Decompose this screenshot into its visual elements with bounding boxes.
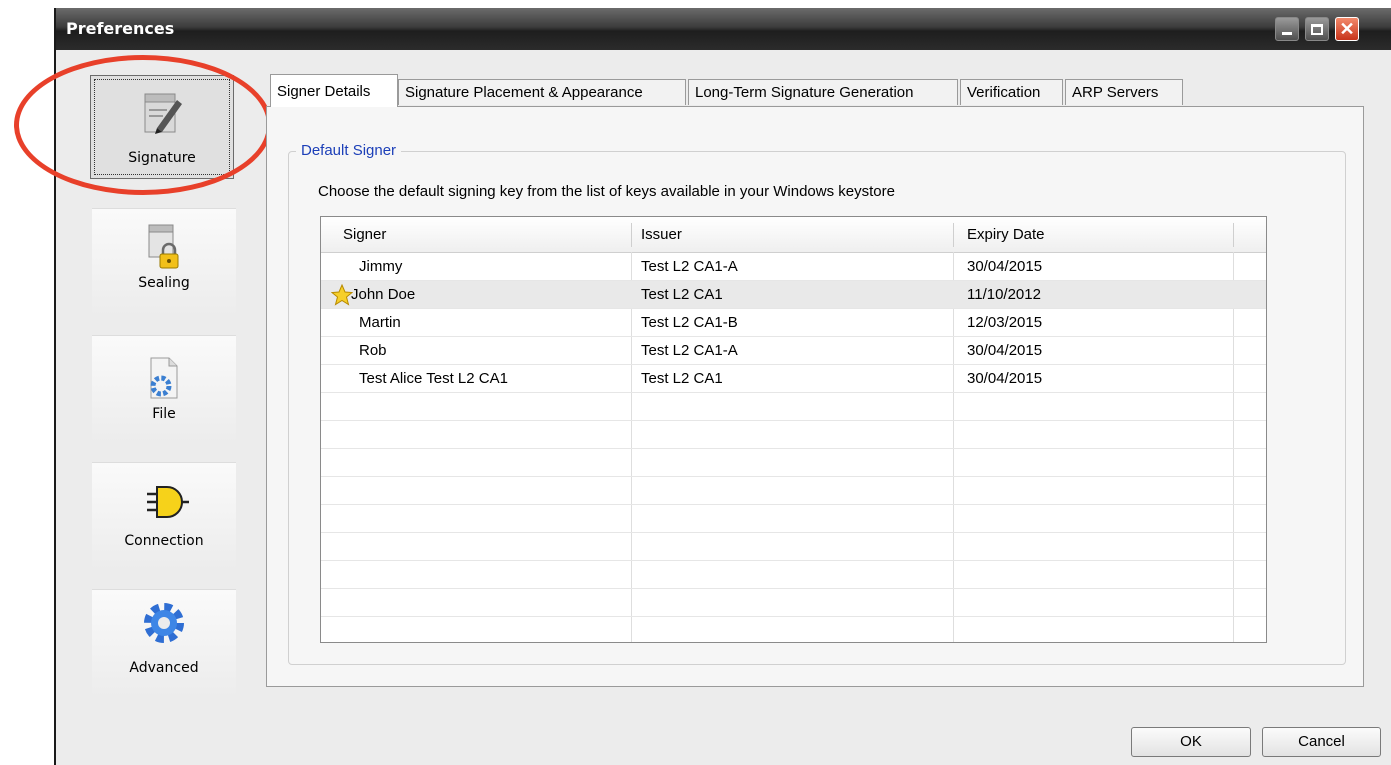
sidebar-item-sealing[interactable]: Sealing [92, 208, 236, 318]
expiry-cell: 30/04/2015 [967, 342, 1043, 359]
signer-cell: Test Alice Test L2 CA1 [359, 370, 508, 387]
empty-row [321, 589, 1266, 617]
empty-row [321, 561, 1266, 589]
column-header-expiry-date[interactable]: Expiry Date [967, 226, 1045, 243]
column-header-signer[interactable]: Signer [343, 226, 386, 243]
close-button[interactable]: ✕ [1335, 17, 1359, 41]
column-divider[interactable] [953, 223, 954, 247]
sidebar-item-label: File [152, 406, 176, 422]
gear-icon [92, 598, 236, 648]
description-text: Choose the default signing key from the … [318, 183, 895, 200]
signer-cell: Martin [359, 314, 401, 331]
tab-label: Signer Details [277, 83, 371, 100]
maximize-icon [1311, 23, 1323, 35]
tab-long-term-signature-generation[interactable]: Long-Term Signature Generation [688, 79, 958, 105]
highlight-circle-annotation [14, 55, 272, 195]
expiry-cell: 11/10/2012 [967, 286, 1041, 303]
tab-verification[interactable]: Verification [960, 79, 1063, 105]
empty-row [321, 393, 1266, 421]
sidebar-item-advanced[interactable]: Advanced [92, 589, 236, 699]
column-divider[interactable] [631, 223, 632, 247]
expiry-cell: 30/04/2015 [967, 258, 1043, 275]
sidebar-item-connection[interactable]: Connection [92, 462, 236, 572]
issuer-cell: Test L2 CA1-A [641, 342, 738, 359]
tab-label: Verification [967, 84, 1041, 101]
signer-cell: Rob [359, 342, 387, 359]
sidebar-item-file[interactable]: File [92, 335, 236, 445]
file-gear-icon [92, 354, 236, 404]
signer-list[interactable]: Signer Issuer Expiry Date Jimmy Test L2 … [320, 216, 1267, 643]
window-title: Preferences [66, 19, 175, 38]
sidebar-item-label: Advanced [129, 660, 199, 676]
ok-button[interactable]: OK [1131, 727, 1251, 757]
table-row[interactable]: Martin Test L2 CA1-B 12/03/2015 [321, 309, 1266, 337]
issuer-cell: Test L2 CA1-A [641, 258, 738, 275]
tab-label: Long-Term Signature Generation [695, 84, 914, 101]
signer-cell: Jimmy [359, 258, 403, 275]
issuer-cell: Test L2 CA1-B [641, 314, 738, 331]
expiry-cell: 12/03/2015 [967, 314, 1043, 331]
table-row[interactable]: Jimmy Test L2 CA1-A 30/04/2015 [321, 253, 1266, 281]
minimize-icon [1282, 32, 1292, 35]
tab-label: Signature Placement & Appearance [405, 84, 643, 101]
table-row[interactable]: Test Alice Test L2 CA1 Test L2 CA1 30/04… [321, 365, 1266, 393]
sidebar-item-label: Connection [124, 533, 204, 549]
empty-row [321, 449, 1266, 477]
empty-row [321, 533, 1266, 561]
close-icon: ✕ [1339, 18, 1355, 39]
minimize-button[interactable] [1275, 17, 1299, 41]
title-bar[interactable]: Preferences ✕ [56, 8, 1391, 50]
tab-signature-placement-appearance[interactable]: Signature Placement & Appearance [398, 79, 686, 105]
table-row[interactable]: Rob Test L2 CA1-A 30/04/2015 [321, 337, 1266, 365]
maximize-button[interactable] [1305, 17, 1329, 41]
issuer-cell: Test L2 CA1 [641, 370, 723, 387]
document-lock-icon [92, 221, 236, 271]
cancel-button[interactable]: Cancel [1262, 727, 1381, 757]
expiry-cell: 30/04/2015 [967, 370, 1043, 387]
signer-cell: John Doe [351, 286, 416, 303]
group-label: Default Signer [296, 142, 402, 159]
default-star-icon [330, 283, 354, 310]
tab-arp-servers[interactable]: ARP Servers [1065, 79, 1183, 105]
column-header-issuer[interactable]: Issuer [641, 226, 682, 243]
list-header: Signer Issuer Expiry Date [321, 217, 1266, 253]
tab-label: ARP Servers [1072, 84, 1159, 101]
issuer-cell: Test L2 CA1 [641, 286, 723, 303]
tab-signer-details[interactable]: Signer Details [270, 74, 398, 107]
empty-row [321, 477, 1266, 505]
sidebar-item-label: Sealing [138, 275, 190, 291]
plug-connector-icon [92, 477, 236, 527]
empty-row [321, 421, 1266, 449]
column-divider[interactable] [1233, 223, 1234, 247]
table-row[interactable]: John Doe Test L2 CA1 11/10/2012 [321, 281, 1266, 309]
empty-row [321, 505, 1266, 533]
